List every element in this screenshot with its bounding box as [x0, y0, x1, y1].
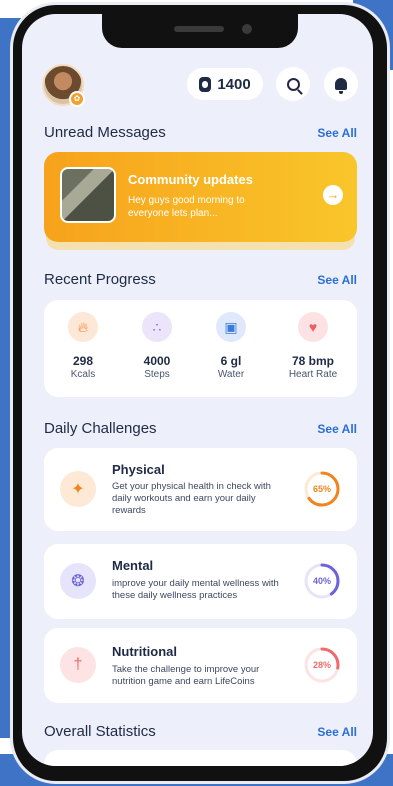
community-updates-card[interactable]: Community updates Hey guys good morning … [44, 152, 357, 242]
progress-label: Heart Rate [288, 369, 338, 380]
progress-value: 6 gl [220, 354, 242, 368]
search-icon [286, 77, 300, 91]
progress-value: 78 bmp [291, 354, 334, 368]
search-button[interactable] [276, 67, 310, 101]
coin-count: 1400 [217, 75, 251, 93]
statistics-card [44, 750, 357, 766]
coin-balance[interactable]: 1400 [187, 68, 263, 100]
see-all-progress-link[interactable]: See All [317, 273, 357, 287]
phone-notch [102, 14, 298, 48]
brain-icon: ❂ [60, 563, 96, 599]
app-screen: ✿ 1400 Unread Messages See All Community… [22, 14, 373, 766]
card-preview-text: Hey guys good morning to everyone lets p… [128, 195, 245, 219]
challenge-card-mental[interactable]: ❂ Mental improve your daily mental welln… [44, 544, 357, 619]
progress-item-kcals[interactable]: 🔥︎ 298 Kcals [48, 312, 118, 380]
challenge-progress-ring: 40% [304, 563, 340, 599]
progress-item-heart-rate[interactable]: ♥ 78 bmp Heart Rate [278, 312, 348, 380]
progress-value: 4000 [143, 354, 171, 368]
progress-value: 298 [72, 354, 94, 368]
progress-item-steps[interactable]: ∴ 4000 Steps [122, 312, 192, 380]
heart-rate-icon: ♥ [298, 312, 328, 342]
challenge-card-nutritional[interactable]: † Nutritional Take the challenge to impr… [44, 628, 357, 703]
challenge-progress-ring: 65% [304, 471, 340, 507]
challenge-description: Take the challenge to improve your nutri… [112, 664, 260, 687]
water-glass-icon: ▣ [216, 312, 246, 342]
see-all-statistics-link[interactable]: See All [317, 725, 357, 739]
user-avatar[interactable]: ✿ [42, 64, 85, 107]
challenge-title: Mental [112, 558, 154, 573]
dumbbell-icon: ✦ [60, 471, 96, 507]
section-title-challenges: Daily Challenges [44, 420, 157, 437]
notifications-button[interactable] [324, 67, 358, 101]
challenge-percent: 28% [313, 660, 331, 670]
challenge-progress-ring: 28% [304, 647, 340, 683]
arrow-right-icon[interactable]: → [323, 185, 343, 205]
coin-icon [199, 76, 212, 92]
progress-label: Steps [144, 369, 170, 380]
flame-icon: 🔥︎ [68, 312, 98, 342]
speaker-grille [174, 26, 224, 32]
progress-label: Kcals [70, 369, 96, 380]
community-thumbnail [60, 167, 116, 223]
challenge-title: Nutritional [112, 644, 177, 659]
challenge-description: improve your daily mental wellness with … [112, 578, 279, 601]
challenge-title: Physical [112, 462, 165, 477]
progress-label: Water [217, 369, 245, 380]
challenge-card-physical[interactable]: ✦ Physical Get your physical health in c… [44, 448, 357, 531]
section-title-progress: Recent Progress [44, 271, 156, 288]
challenge-percent: 40% [313, 576, 331, 586]
bell-icon [335, 78, 347, 94]
footsteps-icon: ∴ [142, 312, 172, 342]
progress-card: 🔥︎ 298 Kcals ∴ 4000 Steps ▣ 6 gl Water ♥… [44, 300, 357, 397]
challenge-description: Get your physical health in check with d… [112, 481, 271, 516]
section-title-statistics: Overall Statistics [44, 723, 156, 740]
camera-icon [242, 24, 252, 34]
cutlery-icon: † [60, 647, 96, 683]
see-all-unread-link[interactable]: See All [317, 126, 357, 140]
progress-item-water[interactable]: ▣ 6 gl Water [196, 312, 266, 380]
challenge-percent: 65% [313, 484, 331, 494]
section-title-unread: Unread Messages [44, 124, 166, 141]
settings-icon: ✿ [69, 91, 85, 107]
see-all-challenges-link[interactable]: See All [317, 422, 357, 436]
card-title: Community updates [128, 172, 253, 187]
